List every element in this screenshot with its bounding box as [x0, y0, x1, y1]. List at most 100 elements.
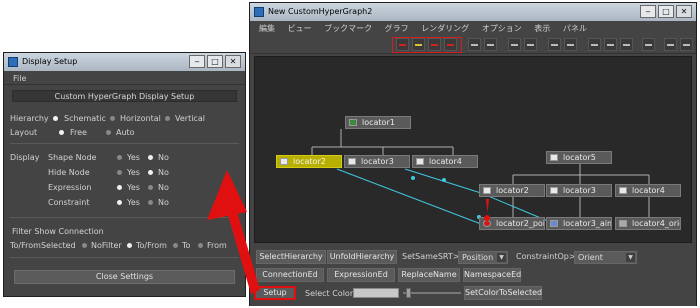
node-aim-constraint[interactable]: locator3_aim... [546, 217, 612, 230]
locator-icon [550, 154, 558, 161]
radio-schematic[interactable] [53, 116, 58, 121]
radio-nofilter[interactable] [82, 243, 87, 248]
node-child-locator4[interactable]: locator4 [615, 184, 681, 197]
hypergraph-toolbar [250, 36, 696, 54]
layout-icon[interactable] [444, 38, 457, 51]
radio-tofrom[interactable] [127, 243, 132, 248]
layout-icon[interactable] [428, 38, 441, 51]
namespace-editor-button[interactable]: NamespaceEd [463, 268, 521, 282]
constraint-yes-label: Yes [127, 198, 140, 207]
menu-file[interactable]: File [13, 74, 26, 83]
maximize-button[interactable]: □ [207, 55, 223, 68]
expression-label: Expression [48, 183, 92, 192]
hypergraph-titlebar[interactable]: New CustomHyperGraph2 ‒ □ ✕ [250, 3, 696, 21]
to-label: To [182, 241, 191, 250]
radio-expression-no[interactable] [148, 185, 153, 190]
color-swatch[interactable] [353, 288, 399, 298]
replace-name-button[interactable]: ReplaceName [398, 268, 460, 282]
srt-dropdown[interactable]: Position ▼ [458, 251, 508, 264]
light-icon[interactable] [642, 38, 655, 51]
set-color-to-selected-button[interactable]: SetColorToSelected [464, 286, 542, 300]
shape-node-label: Shape Node [48, 153, 97, 162]
radio-shape-no[interactable] [148, 155, 153, 160]
annotation-arrow [207, 170, 260, 294]
graph-connections [311, 129, 650, 225]
locator-icon [416, 158, 424, 165]
unfold-hierarchy-button[interactable]: UnfoldHierarchy [327, 250, 397, 264]
select-hierarchy-button[interactable]: SelectHierarchy [256, 250, 326, 264]
radio-from[interactable] [198, 243, 203, 248]
menu-options[interactable]: オプション [482, 24, 522, 33]
zoom-icon[interactable] [664, 38, 677, 51]
node-orient-constraint[interactable]: locator4_orie... [615, 217, 681, 230]
radio-to[interactable] [173, 243, 178, 248]
layout-icon[interactable] [396, 38, 409, 51]
hypergraph-title: New CustomHyperGraph2 [268, 7, 373, 16]
chevron-down-icon: ▼ [497, 253, 506, 262]
node-locator2[interactable]: locator2 [276, 155, 342, 168]
zoom-icon[interactable] [680, 38, 693, 51]
frame-icon[interactable] [588, 38, 601, 51]
radio-constraint-yes[interactable] [117, 200, 122, 205]
close-button[interactable]: ✕ [676, 5, 692, 18]
locator-icon [348, 158, 356, 165]
horizontal-label: Horizontal [120, 114, 161, 123]
locator-icon [619, 187, 627, 194]
radio-horizontal[interactable] [110, 116, 115, 121]
hierarchy-label: Hierarchy [10, 114, 49, 123]
hide-node-label: Hide Node [48, 168, 90, 177]
list-icon[interactable] [564, 38, 577, 51]
node-locator1[interactable]: locator1 [345, 116, 411, 129]
menu-edit[interactable]: 編集 [259, 24, 275, 33]
radio-hide-no[interactable] [148, 170, 153, 175]
select-color-label: Select Color [305, 289, 354, 298]
graph-icon[interactable] [524, 38, 537, 51]
node-locator3[interactable]: locator3 [344, 155, 410, 168]
constraint-no-label: No [158, 198, 169, 207]
minimize-button[interactable]: ‒ [640, 5, 656, 18]
radio-expression-yes[interactable] [117, 185, 122, 190]
graph-icon[interactable] [508, 38, 521, 51]
menu-panels[interactable]: パネル [563, 24, 587, 33]
grid-icon[interactable] [604, 38, 617, 51]
color-slider-track[interactable] [403, 292, 461, 294]
radio-hide-yes[interactable] [117, 170, 122, 175]
hierarchy-icon[interactable] [468, 38, 481, 51]
menu-view[interactable]: ビュー [288, 24, 312, 33]
radio-free[interactable] [59, 130, 64, 135]
minimize-button[interactable]: ‒ [189, 55, 205, 68]
hypergraph-menubar: 編集 ビュー ブックマーク グラフ レンダリング オプション 表示 パネル [250, 22, 696, 35]
close-button[interactable]: ✕ [225, 55, 241, 68]
menu-bookmarks[interactable]: ブックマーク [324, 24, 372, 33]
maximize-button[interactable]: □ [658, 5, 674, 18]
tofrom-label: To/From [136, 241, 167, 250]
display-setup-titlebar[interactable]: Display Setup ‒ □ ✕ [4, 53, 245, 71]
expression-editor-button[interactable]: ExpressionEd [327, 268, 395, 282]
constraint-label: Constraint [48, 198, 90, 207]
radio-auto[interactable] [106, 130, 111, 135]
hypergraph-button-area: SelectHierarchy UnfoldHierarchy SetSameS… [250, 246, 696, 306]
close-settings-button[interactable]: Close Settings [14, 270, 235, 284]
radio-constraint-no[interactable] [148, 200, 153, 205]
menu-graph[interactable]: グラフ [385, 24, 409, 33]
radio-shape-yes[interactable] [117, 155, 122, 160]
options-icon[interactable] [620, 38, 633, 51]
color-slider-handle[interactable] [406, 288, 411, 298]
hierarchy-icon[interactable] [484, 38, 497, 51]
graph-canvas[interactable]: locator1 locator2 locator3 locator4 loca… [254, 56, 692, 243]
radio-vertical[interactable] [165, 116, 170, 121]
filter-label: Filter Show Connection [12, 227, 104, 236]
node-locator5[interactable]: locator5 [546, 151, 612, 164]
layout-icon[interactable] [412, 38, 425, 51]
node-child-locator3[interactable]: locator3 [546, 184, 612, 197]
shape-no-label: No [158, 153, 169, 162]
set-same-srt-label: SetSameSRT> [402, 252, 460, 261]
menu-show[interactable]: 表示 [534, 24, 550, 33]
list-icon[interactable] [548, 38, 561, 51]
connection-editor-button[interactable]: ConnectionEd [256, 268, 324, 282]
constraint-dropdown[interactable]: Orient ▼ [574, 251, 637, 264]
node-locator4[interactable]: locator4 [412, 155, 478, 168]
hide-no-label: No [158, 168, 169, 177]
menu-rendering[interactable]: レンダリング [421, 24, 469, 33]
node-child-locator2[interactable]: locator2 [479, 184, 545, 197]
